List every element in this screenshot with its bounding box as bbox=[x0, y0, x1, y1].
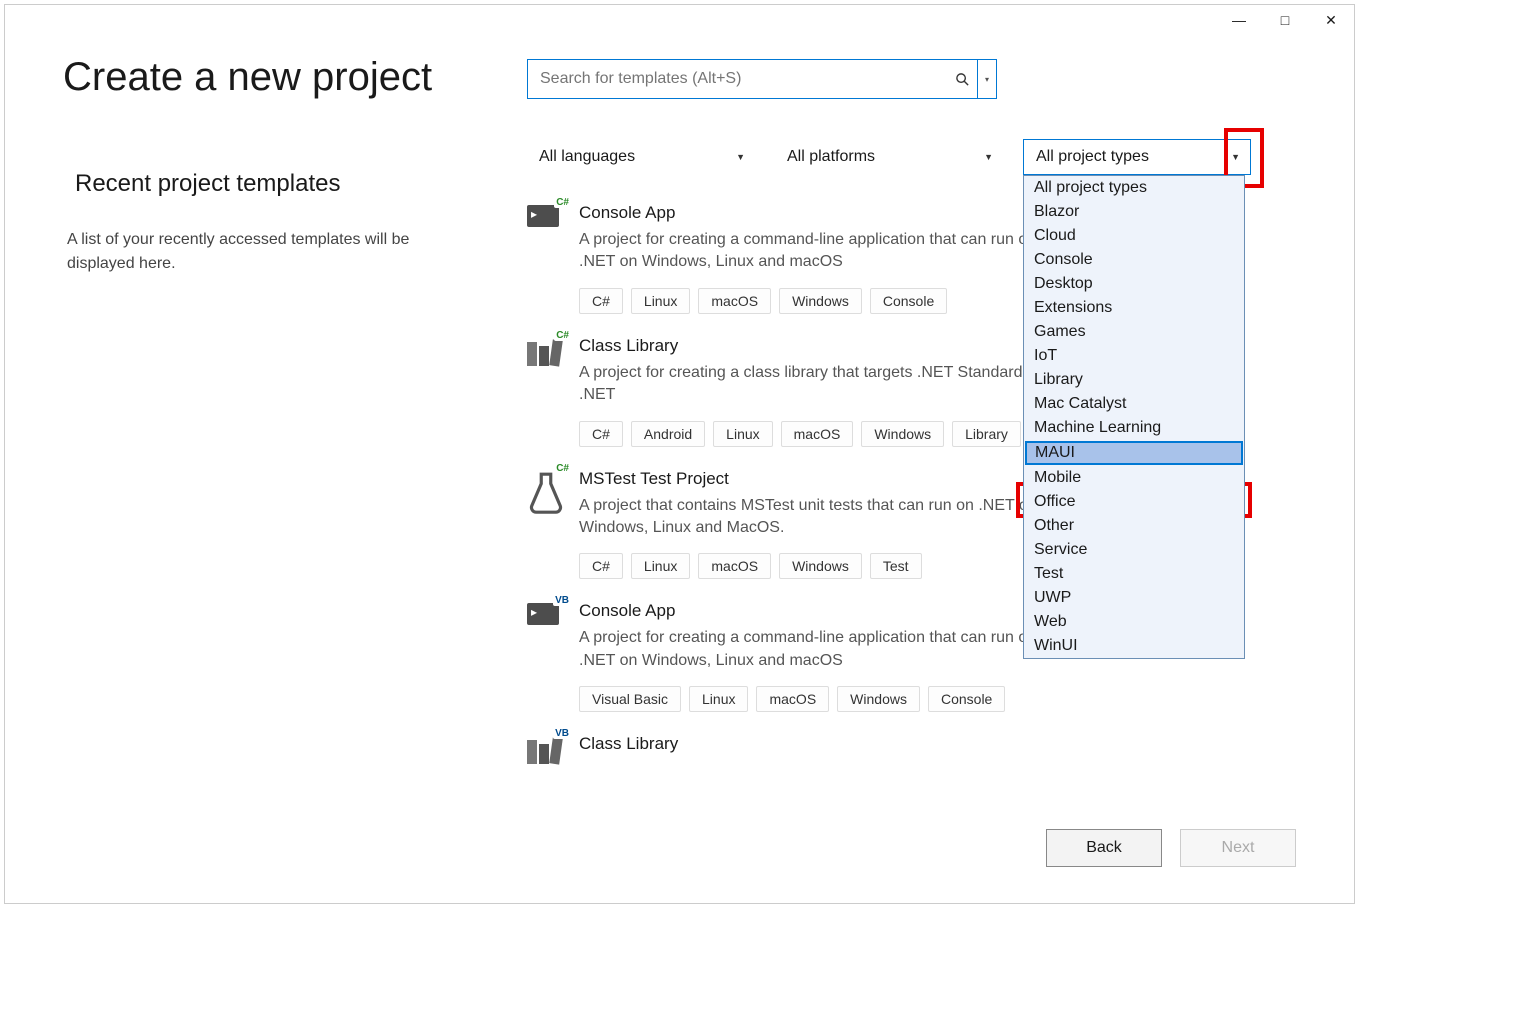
template-tag: Windows bbox=[779, 553, 862, 579]
project-type-option[interactable]: IoT bbox=[1024, 344, 1244, 368]
project-type-option[interactable]: Office bbox=[1024, 490, 1244, 514]
template-item[interactable]: VB Class Library bbox=[527, 734, 1304, 774]
project-type-option[interactable]: Cloud bbox=[1024, 224, 1244, 248]
project-type-option[interactable]: Service bbox=[1024, 538, 1244, 562]
project-type-option[interactable]: Blazor bbox=[1024, 200, 1244, 224]
template-tag: Windows bbox=[779, 288, 862, 314]
template-description: A project for creating a class library t… bbox=[579, 362, 1049, 407]
next-button: Next bbox=[1180, 829, 1296, 867]
template-tag: C# bbox=[579, 553, 623, 579]
project-type-option[interactable]: Games bbox=[1024, 320, 1244, 344]
template-tag: Visual Basic bbox=[579, 686, 681, 712]
template-tag: macOS bbox=[781, 421, 854, 447]
recent-templates-heading: Recent project templates bbox=[75, 170, 457, 198]
project-type-option[interactable]: Extensions bbox=[1024, 296, 1244, 320]
search-dropdown-button[interactable]: ▾ bbox=[978, 60, 996, 98]
flask-icon: C# bbox=[527, 471, 565, 509]
template-tag: macOS bbox=[756, 686, 829, 712]
window-close-button[interactable]: ✕ bbox=[1308, 5, 1354, 35]
search-box[interactable]: ▾ bbox=[527, 59, 997, 99]
window-minimize-button[interactable]: — bbox=[1216, 5, 1262, 35]
filter-project-type-dropdown[interactable]: All project types ▼ bbox=[1023, 139, 1251, 175]
search-input[interactable] bbox=[528, 60, 948, 98]
project-type-option[interactable]: Test bbox=[1024, 562, 1244, 586]
template-description: A project for creating a command-line ap… bbox=[579, 627, 1049, 672]
project-type-option[interactable]: Mobile bbox=[1024, 466, 1244, 490]
console-icon: C# bbox=[527, 205, 565, 243]
filter-language-dropdown[interactable]: All languages ▼ bbox=[527, 139, 755, 175]
chevron-down-icon: ▼ bbox=[984, 152, 993, 162]
project-type-option[interactable]: WinUI bbox=[1024, 634, 1244, 658]
vb-badge-icon: VB bbox=[553, 595, 571, 606]
library-icon: VB bbox=[527, 736, 565, 774]
template-tag: macOS bbox=[698, 288, 771, 314]
project-type-option[interactable]: Console bbox=[1024, 248, 1244, 272]
project-type-option[interactable]: Other bbox=[1024, 514, 1244, 538]
template-tag: C# bbox=[579, 421, 623, 447]
template-tag: Test bbox=[870, 553, 922, 579]
template-tag: Linux bbox=[713, 421, 772, 447]
chevron-down-icon: ▼ bbox=[736, 152, 745, 162]
template-description: A project for creating a command-line ap… bbox=[579, 229, 1049, 274]
template-tag: Library bbox=[952, 421, 1021, 447]
search-icon[interactable] bbox=[948, 60, 978, 98]
template-tags: Visual Basic Linux macOS Windows Console bbox=[579, 686, 1304, 712]
project-type-option[interactable]: Machine Learning bbox=[1024, 416, 1244, 440]
project-type-option[interactable]: All project types bbox=[1024, 176, 1244, 200]
filter-platform-label: All platforms bbox=[787, 148, 875, 166]
template-tag: Windows bbox=[861, 421, 944, 447]
project-type-option[interactable]: UWP bbox=[1024, 586, 1244, 610]
window-maximize-button[interactable]: □ bbox=[1262, 5, 1308, 35]
csharp-badge-icon: C# bbox=[554, 330, 571, 341]
template-tag: Windows bbox=[837, 686, 920, 712]
project-type-option[interactable]: MAUI bbox=[1025, 441, 1243, 465]
project-type-option[interactable]: Desktop bbox=[1024, 272, 1244, 296]
template-tag: macOS bbox=[698, 553, 771, 579]
library-icon: C# bbox=[527, 338, 565, 376]
project-type-option[interactable]: Library bbox=[1024, 368, 1244, 392]
template-tag: C# bbox=[579, 288, 623, 314]
project-type-dropdown-menu: All project typesBlazorCloudConsoleDeskt… bbox=[1023, 175, 1245, 659]
console-icon: VB bbox=[527, 603, 565, 641]
template-description: A project that contains MSTest unit test… bbox=[579, 495, 1049, 540]
vb-badge-icon: VB bbox=[553, 728, 571, 739]
chevron-down-icon: ▼ bbox=[1224, 140, 1240, 174]
template-tag: Linux bbox=[631, 288, 690, 314]
back-button[interactable]: Back bbox=[1046, 829, 1162, 867]
project-type-option[interactable]: Mac Catalyst bbox=[1024, 392, 1244, 416]
template-tag: Linux bbox=[689, 686, 748, 712]
project-type-option[interactable]: Web bbox=[1024, 610, 1244, 634]
template-name: Class Library bbox=[579, 734, 1304, 754]
page-title: Create a new project bbox=[63, 55, 457, 100]
recent-templates-text: A list of your recently accessed templat… bbox=[67, 228, 457, 276]
filter-project-type-label: All project types bbox=[1036, 148, 1149, 166]
filter-platform-dropdown[interactable]: All platforms ▼ bbox=[775, 139, 1003, 175]
template-tag: Android bbox=[631, 421, 705, 447]
template-tag: Linux bbox=[631, 553, 690, 579]
template-tag: Console bbox=[928, 686, 1005, 712]
template-tag: Console bbox=[870, 288, 947, 314]
filter-language-label: All languages bbox=[539, 148, 635, 166]
csharp-badge-icon: C# bbox=[554, 197, 571, 208]
csharp-badge-icon: C# bbox=[554, 463, 571, 474]
